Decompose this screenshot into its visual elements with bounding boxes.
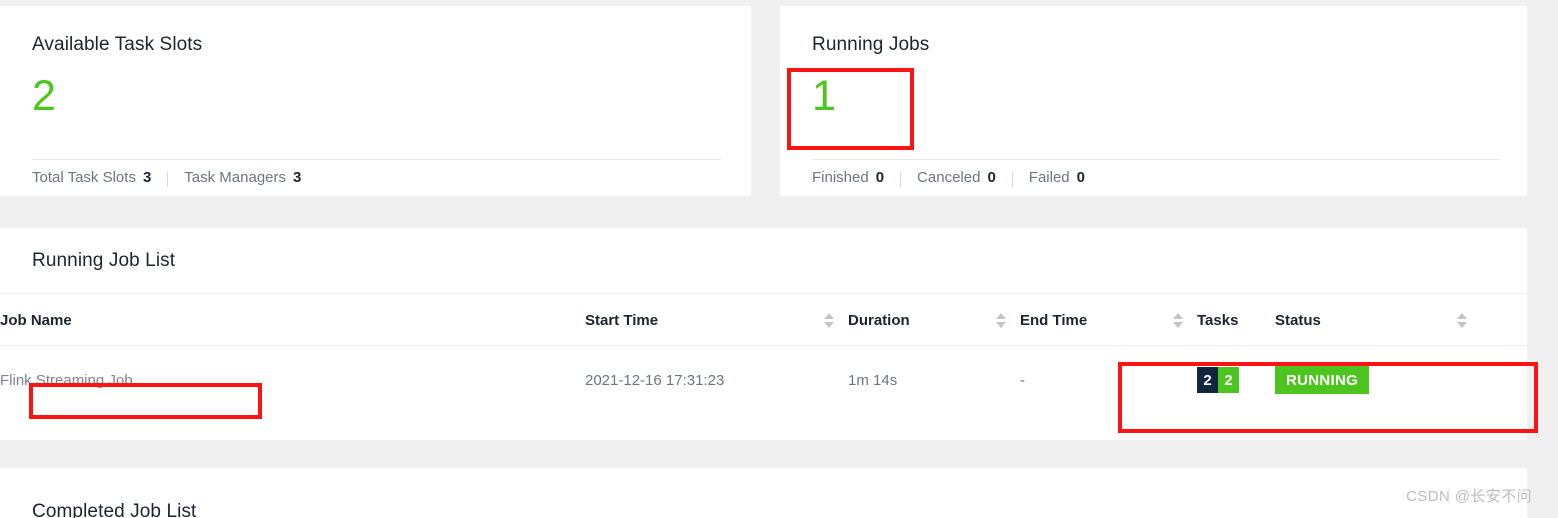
column-label-tasks: Tasks [1197, 312, 1239, 329]
job-name-link[interactable]: Flink Streaming Job [0, 372, 133, 389]
stat-value-task-managers: 3 [293, 169, 302, 186]
sort-icon[interactable] [1457, 313, 1467, 328]
cell-duration: 1m 14s [848, 371, 898, 389]
cell-end-time: - [1020, 371, 1025, 389]
stat-task-managers: Task Managers 3 [184, 169, 301, 186]
sort-icon[interactable] [824, 313, 834, 328]
completed-job-list-panel: Completed Job List [0, 468, 1527, 518]
column-label-job-name: Job Name [0, 312, 72, 329]
stat-total-task-slots: Total Task Slots 3 [32, 169, 151, 186]
sort-icon[interactable] [996, 313, 1006, 328]
column-label-status: Status [1275, 312, 1321, 329]
stat-failed: Failed 0 [1029, 169, 1085, 186]
stat-label-failed: Failed [1028, 169, 1070, 186]
watermark: CSDN @长安不问 [1406, 488, 1532, 505]
running-jobs-card: Running Jobs 1 Finished 0 Canceled 0 Fai… [780, 6, 1527, 196]
table-row[interactable]: Flink Streaming Job 2021-12-16 17:31:23 … [0, 346, 1527, 415]
column-label-end-time: End Time [1020, 312, 1088, 329]
stat-separator [167, 172, 169, 187]
task-chip-total: 2 [1197, 367, 1218, 393]
cell-tasks: 2 2 [1197, 346, 1275, 415]
stat-value-canceled: 0 [987, 169, 996, 186]
cell-status: RUNNING [1275, 346, 1527, 415]
stat-value-failed: 0 [1076, 169, 1085, 186]
cell-start-time: 2021-12-16 17:31:23 [585, 371, 725, 389]
card-divider [32, 159, 721, 160]
completed-job-list-title: Completed Job List [32, 501, 197, 518]
stat-separator [1011, 172, 1013, 187]
stat-finished: Finished 0 [812, 169, 884, 186]
stat-separator [900, 172, 902, 187]
column-label-duration: Duration [848, 312, 910, 329]
sort-icon[interactable] [1173, 313, 1183, 328]
stat-label-finished: Finished [812, 169, 869, 186]
task-chip-running: 2 [1218, 367, 1239, 393]
running-job-list-header: Running Job List [0, 228, 1527, 294]
card-title-running-jobs: Running Jobs [812, 34, 930, 55]
stat-value-total-task-slots: 3 [142, 169, 152, 186]
table-body: Flink Streaming Job 2021-12-16 17:31:23 … [0, 346, 1527, 415]
stat-canceled: Canceled 0 [917, 169, 996, 186]
column-header-job-name[interactable]: Job Name [0, 294, 585, 346]
stat-label-task-managers: Task Managers [184, 169, 287, 186]
card-divider [812, 159, 1500, 160]
column-header-start-time[interactable]: Start Time [585, 294, 848, 346]
available-task-slots-card: Available Task Slots 2 Total Task Slots … [0, 6, 751, 196]
running-job-list-table: Job Name Start Time Duration End Time Ta… [0, 294, 1527, 414]
card-title-available-task-slots: Available Task Slots [32, 34, 203, 55]
stat-label-canceled: Canceled [917, 169, 981, 186]
running-job-list-panel: Running Job List Job Name Start Time Dur… [0, 228, 1527, 440]
flink-dashboard-page: Available Task Slots 2 Total Task Slots … [0, 0, 1558, 518]
running-jobs-value: 1 [812, 72, 837, 120]
overview-cards-row: Available Task Slots 2 Total Task Slots … [0, 0, 1558, 196]
cell-job-name[interactable]: Flink Streaming Job [0, 346, 585, 415]
running-job-list-title: Running Job List [32, 249, 176, 271]
table-header-row: Job Name Start Time Duration End Time Ta… [0, 294, 1527, 346]
tasks-badge-group: 2 2 [1197, 367, 1239, 393]
column-header-tasks[interactable]: Tasks [1197, 294, 1275, 346]
stat-value-finished: 0 [875, 169, 885, 186]
available-task-slots-stats: Total Task Slots 3 Task Managers 3 [32, 169, 301, 187]
stat-label-total-task-slots: Total Task Slots [32, 169, 136, 186]
table-head: Job Name Start Time Duration End Time Ta… [0, 294, 1527, 346]
column-header-end-time[interactable]: End Time [1020, 294, 1197, 346]
column-header-status[interactable]: Status [1275, 294, 1527, 346]
available-task-slots-value: 2 [32, 72, 57, 120]
status-badge: RUNNING [1275, 366, 1370, 394]
column-label-start-time: Start Time [585, 312, 659, 329]
running-jobs-stats: Finished 0 Canceled 0 Failed 0 [812, 169, 1085, 187]
column-header-duration[interactable]: Duration [848, 294, 1020, 346]
